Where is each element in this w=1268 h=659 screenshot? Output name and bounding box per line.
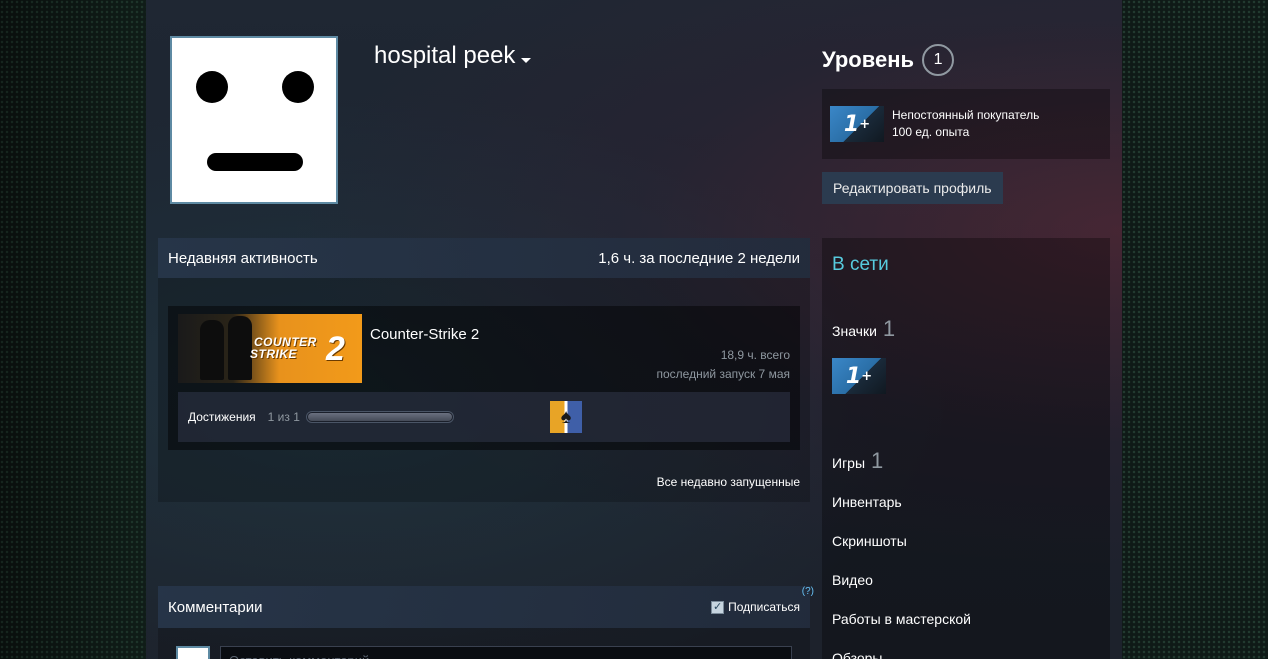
commenter-avatar — [176, 646, 210, 659]
avatar-right-eye — [282, 71, 314, 103]
checkmark-icon: ✓ — [711, 600, 725, 614]
subscribe-label: Подписаться — [728, 600, 800, 614]
sidebar-item-inventory[interactable]: Инвентарь — [832, 494, 902, 510]
profile-sidebar: В сети Значки 1 1 + Игры 1 Инвентарь Скри… — [822, 238, 1110, 659]
game-card: COUNTER STRIKE 2 Counter-Strike 2 18,9 ч… — [168, 306, 800, 450]
sidebar-item-workshop[interactable]: Работы в мастерской — [832, 611, 971, 627]
all-recently-played-link[interactable]: Все недавно запущенные — [657, 475, 800, 489]
achievement-icon[interactable]: ♠ — [550, 401, 582, 433]
recent-activity-title: Недавняя активность — [168, 249, 318, 267]
profile-avatar[interactable] — [170, 36, 338, 204]
games-count: 1 — [871, 448, 884, 473]
badge-icon: 1 + — [830, 106, 884, 142]
capsule-number: 2 — [326, 330, 345, 368]
persona-name: hospital peek — [374, 42, 516, 69]
comments-header: Комментарии ✓ Подписаться (?) — [158, 586, 814, 628]
achievements-row[interactable]: Достижения 1 из 1 ♠ — [178, 392, 790, 442]
game-capsule-image[interactable]: COUNTER STRIKE 2 — [178, 314, 362, 383]
badges-label: Значки — [832, 323, 877, 339]
recent-activity-summary: 1,6 ч. за последние 2 недели — [598, 249, 800, 267]
sidebar-item-badges[interactable]: Значки 1 — [832, 316, 895, 342]
capsule-figure — [228, 316, 252, 380]
persona-name-dropdown[interactable]: hospital peek — [374, 42, 532, 70]
avatar-mouth — [207, 153, 303, 171]
achievements-progress-bar — [305, 411, 454, 423]
recent-activity-panel: Недавняя активность 1,6 ч. за последние … — [158, 238, 810, 502]
profile-level: Уровень 1 — [822, 44, 955, 76]
chevron-down-icon — [521, 57, 532, 63]
achievements-count: 1 из 1 — [267, 410, 300, 424]
right-background-pattern — [1122, 0, 1268, 659]
favorite-badge[interactable]: 1 + Непостоянный покупатель 100 ед. опыта — [822, 89, 1110, 159]
sidebar-item-games[interactable]: Игры 1 — [832, 448, 883, 474]
badge-xp: 100 ед. опыта — [892, 125, 970, 139]
game-name-link[interactable]: Counter-Strike 2 — [370, 326, 479, 343]
game-stats: 18,9 ч. всего последний запуск 7 мая — [656, 346, 790, 384]
avatar-left-eye — [196, 71, 228, 103]
achievements-progress-fill — [307, 413, 452, 421]
sidebar-badge-icon[interactable]: 1 + — [832, 358, 886, 394]
badge-info: Непостоянный покупатель 100 ед. опыта — [892, 107, 1039, 141]
recent-activity-header: Недавняя активность 1,6 ч. за последние … — [158, 238, 810, 278]
badge-title: Непостоянный покупатель — [892, 108, 1040, 122]
game-last-played: последний запуск 7 мая — [656, 367, 790, 381]
subscribe-checkbox[interactable]: ✓ Подписаться (?) — [711, 586, 814, 614]
sidebar-item-screenshots[interactable]: Скриншоты — [832, 533, 907, 549]
comments-title: Комментарии — [168, 598, 263, 616]
left-background-pattern — [0, 0, 146, 659]
badges-count: 1 — [882, 316, 896, 341]
capsule-logo: COUNTER STRIKE — [250, 335, 317, 361]
level-number: 1 — [922, 44, 955, 76]
edit-profile-button[interactable]: Редактировать профиль — [822, 172, 1003, 204]
comment-input[interactable]: Оставить комментарий — [220, 646, 792, 659]
game-total-hours: 18,9 ч. всего — [720, 348, 790, 362]
help-icon[interactable]: (?) — [802, 586, 814, 597]
sidebar-item-reviews[interactable]: Обзоры — [832, 650, 883, 659]
comments-panel: Комментарии ✓ Подписаться (?) Оставить к… — [158, 586, 814, 659]
online-status: В сети — [832, 254, 889, 275]
achievements-label: Достижения — [188, 410, 256, 424]
games-label: Игры — [832, 455, 866, 471]
capsule-figure — [200, 320, 224, 380]
level-label: Уровень — [822, 47, 915, 72]
sidebar-item-videos[interactable]: Видео — [832, 572, 873, 588]
